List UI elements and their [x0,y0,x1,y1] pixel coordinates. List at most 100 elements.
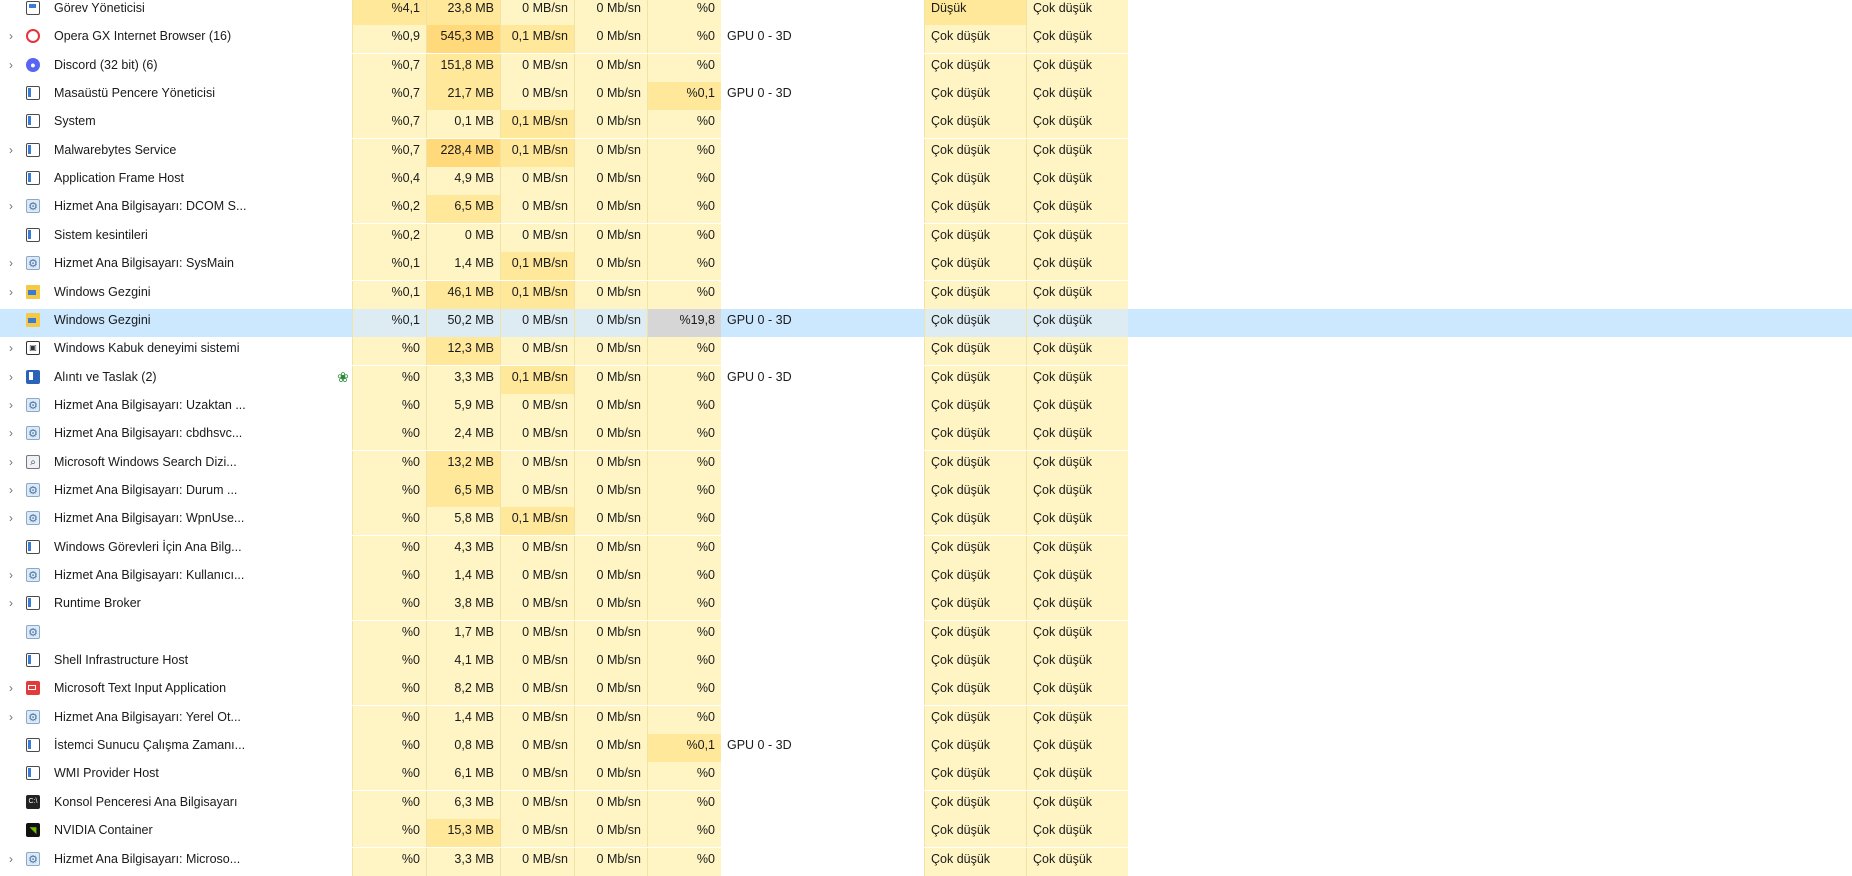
power-usage-value: Çok düşük [924,649,1026,678]
table-row[interactable]: ⚙ %0 1,7 MB 0 MB/sn 0 Mb/sn %0 Çok düşük Çok dü… [0,620,1852,649]
process-name: Hizmet Ana Bilgisayarı: Uzaktan ... [54,397,246,412]
table-row[interactable]: › ⚙ Hizmet Ana Bilgisayarı: cbdhsvc... %0 2,… [0,422,1852,451]
cpu-value: %0,2 [352,195,426,224]
process-name: Microsoft Windows Search Dizi... [54,454,237,469]
process-icon-cell: ⚙ [24,621,44,649]
gpu-value: %0 [647,0,721,25]
table-row[interactable]: Windows Görevleri İçin Ana Bilg... %0 4,3 … [0,535,1852,564]
process-name: Runtime Broker [54,596,141,611]
table-row[interactable]: › ⚙ Hizmet Ana Bilgisayarı: Uzaktan ... %0 5… [0,393,1852,422]
expand-chevron-icon[interactable]: › [0,479,22,507]
gpu-value: %0 [647,677,721,706]
expand-chevron-icon[interactable]: › [0,706,22,734]
gpu-value: %0 [647,705,721,734]
expand-chevron-icon[interactable]: › [0,592,22,620]
process-icon-cell [24,139,44,167]
power-usage-value: Çok düşük [924,620,1026,649]
table-row[interactable]: › ⚙ Hizmet Ana Bilgisayarı: DCOM S... %0,2 6… [0,195,1852,224]
table-row[interactable]: › Opera GX Internet Browser (16) %0,9 545,3… [0,25,1852,54]
gpu-value: %0 [647,53,721,82]
table-row[interactable]: WMI Provider Host %0 6,1 MB 0 MB/sn 0 Mb/sn%… [0,762,1852,791]
network-value: 0 Mb/sn [574,223,647,252]
gpu-value: %0 [647,167,721,196]
expand-chevron-icon[interactable]: › [0,54,22,82]
table-row[interactable]: › ● Discord (32 bit) (6) %0,7 151,8 MB 0 MB/s… [0,53,1852,82]
disk-value: 0 MB/sn [500,167,574,196]
gear-icon: ⚙ [26,851,40,866]
gpu-engine-value [721,478,924,507]
expand-chevron-icon[interactable]: › [0,848,22,876]
search-icon: ⌕ [26,454,40,469]
table-row[interactable]: › Alıntı ve Taslak (2) ❀ %0 3,3 MB 0,1 MB/sn 0… [0,365,1852,394]
gpu-engine-value [721,337,924,366]
table-row[interactable]: › ⚙ Hizmet Ana Bilgisayarı: SysMain %0,1 1,4… [0,252,1852,281]
expand-chevron-icon[interactable]: › [0,195,22,223]
table-row[interactable]: › Runtime Broker %0 3,8 MB 0 MB/sn 0 Mb/sn %0 Ç… [0,592,1852,621]
table-row[interactable]: System %0,7 0,1 MB 0,1 MB/sn 0 Mb/sn %0 Çok dü… [0,110,1852,139]
process-name: Sistem kesintileri [54,227,148,242]
expand-chevron-icon[interactable]: › [0,281,22,309]
process-name: Discord (32 bit) (6) [54,57,158,72]
process-icon-cell: ⌕ [24,451,44,479]
network-value: 0 Mb/sn [574,847,647,876]
expand-chevron-icon[interactable]: › [0,677,22,705]
process-icon-cell [24,0,44,25]
expand-chevron-icon[interactable]: › [0,252,22,280]
expand-chevron-icon[interactable]: › [0,25,22,53]
table-row[interactable]: › Windows Gezgini %0,1 46,1 MB 0,1 MB/sn 0 Mb… [0,280,1852,309]
expand-chevron-icon[interactable]: › [0,564,22,592]
table-row[interactable]: Application Frame Host %0,4 4,9 MB 0 MB/sn 0… [0,167,1852,196]
table-row[interactable]: › Malwarebytes Service %0,7 228,4 MB 0,1 MB/… [0,138,1852,167]
table-row[interactable]: ◥ NVIDIA Container %0 15,3 MB 0 MB/sn 0 Mb/sn… [0,819,1852,848]
process-name: Hizmet Ana Bilgisayarı: cbdhsvc... [54,426,243,441]
table-row[interactable]: › ⚙ Hizmet Ana Bilgisayarı: Yerel Ot... %0 1… [0,705,1852,734]
table-row[interactable]: › ⚙ Hizmet Ana Bilgisayarı: Kullanıcı... %0… [0,564,1852,592]
gpu-value: %0 [647,790,721,819]
memory-value: 4,9 MB [426,167,500,196]
expand-chevron-icon[interactable]: › [0,451,22,479]
memory-value: 15,3 MB [426,819,500,848]
table-row[interactable]: › ⚙ Hizmet Ana Bilgisayarı: WpnUse... %0 5,8… [0,507,1852,536]
table-row[interactable]: C:\ Konsol Penceresi Ana Bilgisayarı %0 6,3… [0,790,1852,819]
power-trend-value: Çok düşük [1026,337,1128,366]
memory-value: 46,1 MB [426,280,500,309]
table-row[interactable]: Görev Yöneticisi %4,1 23,8 MB 0 MB/sn 0 Mb/s… [0,0,1852,25]
expand-chevron-icon[interactable]: › [0,507,22,535]
table-row[interactable]: › Microsoft Text Input Application %0 8,2 M… [0,677,1852,706]
network-value: 0 Mb/sn [574,762,647,791]
network-value: 0 Mb/sn [574,819,647,848]
expand-chevron-icon[interactable]: › [0,394,22,422]
table-row[interactable]: Sistem kesintileri %0,2 0 MB 0 MB/sn 0 Mb/sn… [0,223,1852,252]
network-value: 0 Mb/sn [574,53,647,82]
power-trend-value: Çok düşük [1026,790,1128,819]
table-row[interactable]: İstemci Sunucu Çalışma Zamanı... %0 0,8 MB… [0,734,1852,763]
disk-value: 0 MB/sn [500,337,574,366]
power-usage-value: Çok düşük [924,705,1026,734]
expand-chevron-icon[interactable]: › [0,422,22,450]
process-name: Hizmet Ana Bilgisayarı: Yerel Ot... [54,709,241,724]
memory-value: 151,8 MB [426,53,500,82]
gpu-value: %0 [647,252,721,281]
table-row[interactable]: › ⚙ Hizmet Ana Bilgisayarı: Durum ... %0 6,5… [0,478,1852,507]
gpu-engine-value [721,422,924,451]
cpu-value: %0 [352,819,426,848]
table-row[interactable]: Windows Gezgini %0,1 50,2 MB 0 MB/sn 0 Mb/sn… [0,308,1852,337]
power-trend-value: Çok düşük [1026,734,1128,763]
memory-value: 13,2 MB [426,450,500,479]
network-value: 0 Mb/sn [574,195,647,224]
expand-chevron-icon[interactable]: › [0,366,22,394]
table-row[interactable]: Masaüstü Pencere Yöneticisi %0,7 21,7 MB 0 … [0,82,1852,111]
expand-chevron-icon[interactable]: › [0,139,22,167]
memory-value: 3,8 MB [426,592,500,621]
table-row[interactable]: Shell Infrastructure Host %0 4,1 MB 0 MB/sn… [0,649,1852,678]
memory-value: 545,3 MB [426,25,500,54]
expand-chevron-icon[interactable]: › [0,337,22,365]
process-name: Hizmet Ana Bilgisayarı: Kullanıcı... [54,568,245,582]
table-row[interactable]: › ▣ Windows Kabuk deneyimi sistemi %0 12,3 M… [0,337,1852,366]
window-icon [26,653,40,668]
cpu-value: %0,7 [352,53,426,82]
cpu-value: %0 [352,677,426,706]
gpu-engine-value [721,252,924,281]
table-row[interactable]: › ⚙ Hizmet Ana Bilgisayarı: Microso... %0 3,… [0,847,1852,876]
table-row[interactable]: › ⌕ Microsoft Windows Search Dizi... %0 13,2… [0,450,1852,479]
